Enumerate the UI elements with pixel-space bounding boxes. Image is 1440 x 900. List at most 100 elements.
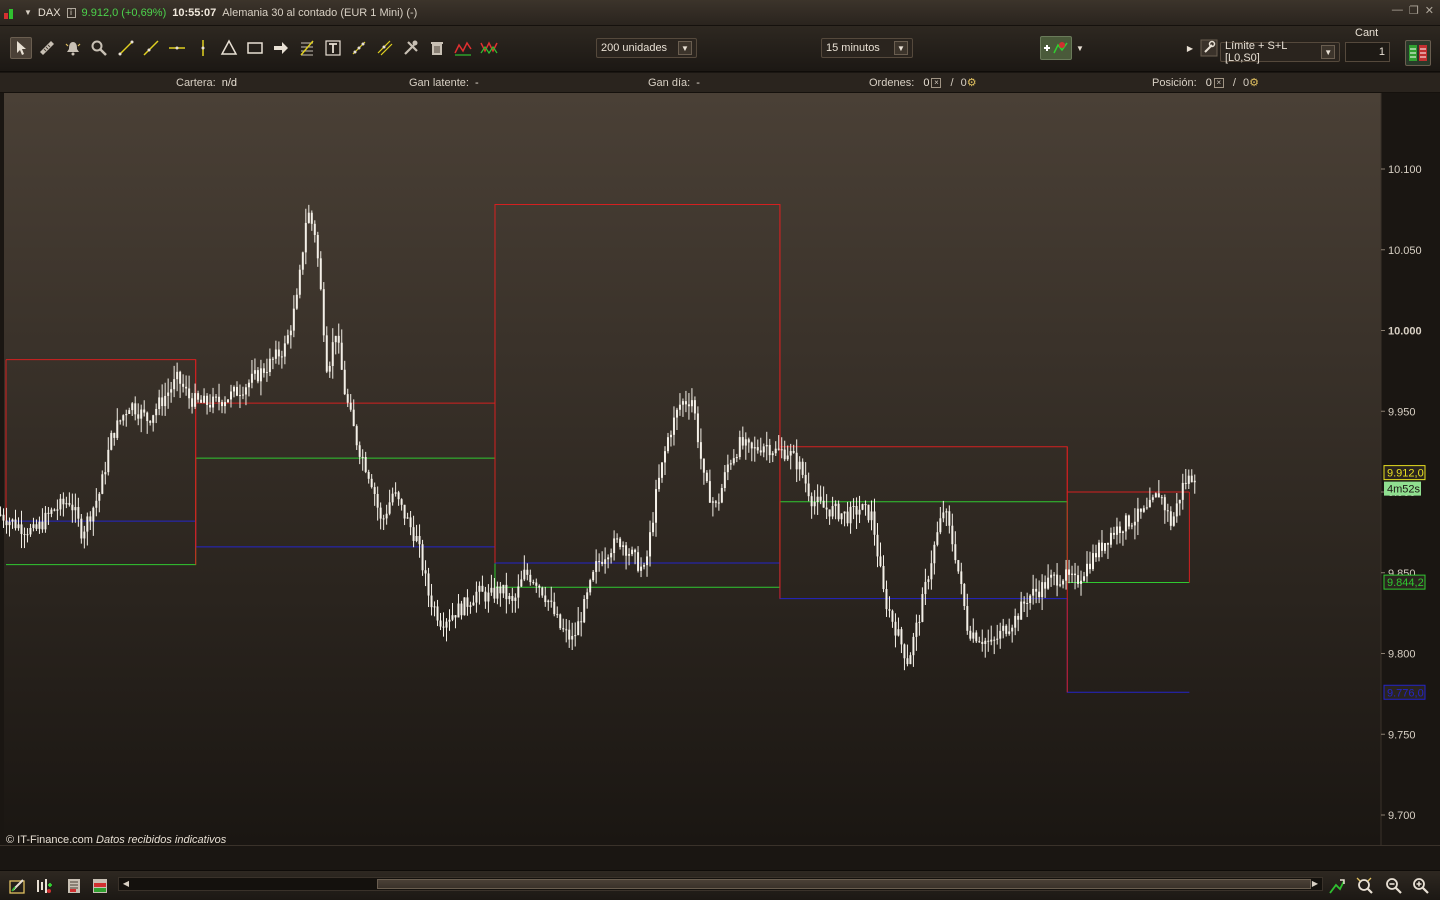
symbol-name[interactable]: DAX	[38, 7, 61, 19]
window-controls: — ❐ ✕	[1392, 4, 1434, 17]
zoom-tool-icon[interactable]	[88, 37, 110, 59]
chevron-down-icon[interactable]: ▼	[894, 41, 908, 55]
candle-body	[675, 409, 678, 418]
tools-wrench-icon[interactable]	[400, 37, 422, 59]
candle-body	[1053, 574, 1056, 576]
chart-canvas[interactable]: 10.10010.05010.0009.9509.9009.8509.8009.…	[0, 93, 1440, 846]
candle-body	[140, 409, 143, 419]
candle-body	[164, 395, 167, 407]
menu-arrow-icon[interactable]: ▼	[24, 8, 32, 17]
plot-area[interactable]	[4, 93, 1381, 846]
ruler-tool-icon[interactable]	[36, 37, 58, 59]
candle-body	[705, 472, 708, 482]
candle-body	[44, 512, 47, 530]
candle-body	[325, 335, 328, 372]
drawing-toolbar: 200 unidades ▼ 15 minutos ▼ ▼ ▶ Límite +…	[0, 26, 1440, 72]
candle-body	[361, 456, 364, 458]
candle-body	[197, 393, 200, 400]
candle-body	[292, 308, 295, 331]
candle-body	[634, 549, 637, 553]
list-icon[interactable]	[64, 876, 84, 896]
candle-body	[750, 442, 753, 449]
zoom-out-icon[interactable]	[1384, 876, 1404, 896]
fibonacci-tool-icon[interactable]	[296, 37, 318, 59]
y-tick-label: 9.750	[1388, 729, 1416, 741]
chevron-down-icon[interactable]: ▼	[1321, 45, 1335, 59]
alert-bell-icon[interactable]	[62, 37, 84, 59]
scrollbar-thumb[interactable]	[377, 879, 1311, 889]
candle-body	[574, 635, 577, 637]
arrow-tool-icon[interactable]	[270, 37, 292, 59]
candle-body	[1074, 573, 1077, 576]
timeframe-select[interactable]: 15 minutos ▼	[821, 38, 913, 58]
candle-body	[137, 414, 140, 419]
chevron-down-icon[interactable]: ▼	[678, 41, 692, 55]
indicator-icon[interactable]	[452, 37, 474, 59]
candle-body	[628, 554, 631, 556]
order-settings-icon[interactable]	[1198, 37, 1220, 59]
horizontal-scrollbar[interactable]: ◀ ▶	[118, 877, 1323, 891]
candle-body	[170, 389, 173, 393]
auto-scale-icon[interactable]	[1327, 876, 1347, 896]
text-tool-icon[interactable]	[322, 37, 344, 59]
candle-body	[1151, 497, 1154, 500]
chart-type-icon[interactable]	[1040, 36, 1072, 60]
candle-body	[669, 434, 672, 438]
candle-body	[206, 395, 209, 405]
indicators-icon[interactable]	[34, 876, 54, 896]
candle-body	[1115, 526, 1118, 535]
candle-body	[367, 471, 370, 479]
channel-tool-icon[interactable]	[374, 37, 396, 59]
delete-trash-icon[interactable]	[426, 37, 448, 59]
gear-icon[interactable]: ⚙	[967, 77, 979, 89]
candle-body	[1142, 508, 1145, 512]
candle-body	[747, 439, 750, 443]
order-book-icon[interactable]	[1405, 40, 1431, 66]
candle-body	[388, 502, 391, 514]
units-select[interactable]: 200 unidades ▼	[596, 38, 697, 58]
gear-icon[interactable]: ⚙	[1249, 77, 1261, 89]
quantity-label: Cant	[1355, 27, 1379, 39]
close-icon[interactable]: ✕	[1425, 4, 1434, 17]
cancel-orders-icon[interactable]: ×	[931, 78, 942, 89]
candle-body	[723, 472, 726, 488]
horizontal-line-icon[interactable]	[166, 37, 188, 59]
close-position-icon[interactable]: ×	[1213, 78, 1224, 89]
rectangle-tool-icon[interactable]	[244, 37, 266, 59]
quantity-input[interactable]: 1	[1345, 42, 1390, 62]
candle-body	[298, 269, 301, 295]
candle-body	[1097, 542, 1100, 558]
candle-body	[358, 445, 361, 457]
zoom-fit-icon[interactable]	[1355, 876, 1375, 896]
layout-icon[interactable]	[90, 876, 110, 896]
chevron-down-icon[interactable]: ▼	[1073, 36, 1087, 60]
order-type-select[interactable]: Límite + S+L [L0,S0] ▼	[1220, 40, 1340, 64]
restore-icon[interactable]: ❐	[1409, 4, 1419, 17]
info-icon[interactable]: i	[66, 7, 76, 18]
blue-level-tag: 9.776,0	[1387, 687, 1424, 699]
candle-body	[969, 630, 972, 639]
candle-body	[1065, 569, 1068, 581]
candle-body	[334, 335, 337, 343]
scroll-left-icon[interactable]: ◀	[120, 878, 132, 890]
zoom-in-icon[interactable]	[1411, 876, 1431, 896]
price-chart[interactable]: 10.10010.05010.0009.9509.9009.8509.8009.…	[0, 93, 1440, 846]
pointer-tool-icon[interactable]	[10, 37, 32, 59]
magnet-tool-icon[interactable]	[348, 37, 370, 59]
vertical-line-icon[interactable]	[192, 37, 214, 59]
candle-body	[385, 513, 388, 519]
ray-line-icon[interactable]	[140, 37, 162, 59]
scroll-right-icon[interactable]: ▶	[1309, 878, 1321, 890]
indicator-overlay-icon[interactable]	[478, 37, 500, 59]
expand-arrow-icon[interactable]: ▶	[1185, 37, 1195, 59]
candle-body	[735, 457, 738, 459]
triangle-tool-icon[interactable]	[218, 37, 240, 59]
trend-line-icon[interactable]	[115, 37, 137, 59]
candle-body	[238, 395, 241, 397]
edit-chart-icon[interactable]	[8, 876, 28, 896]
candle-body	[831, 506, 834, 517]
candle-body	[221, 402, 224, 407]
candle-body	[415, 535, 418, 541]
minimize-icon[interactable]: —	[1392, 4, 1403, 17]
candle-body	[457, 603, 460, 618]
